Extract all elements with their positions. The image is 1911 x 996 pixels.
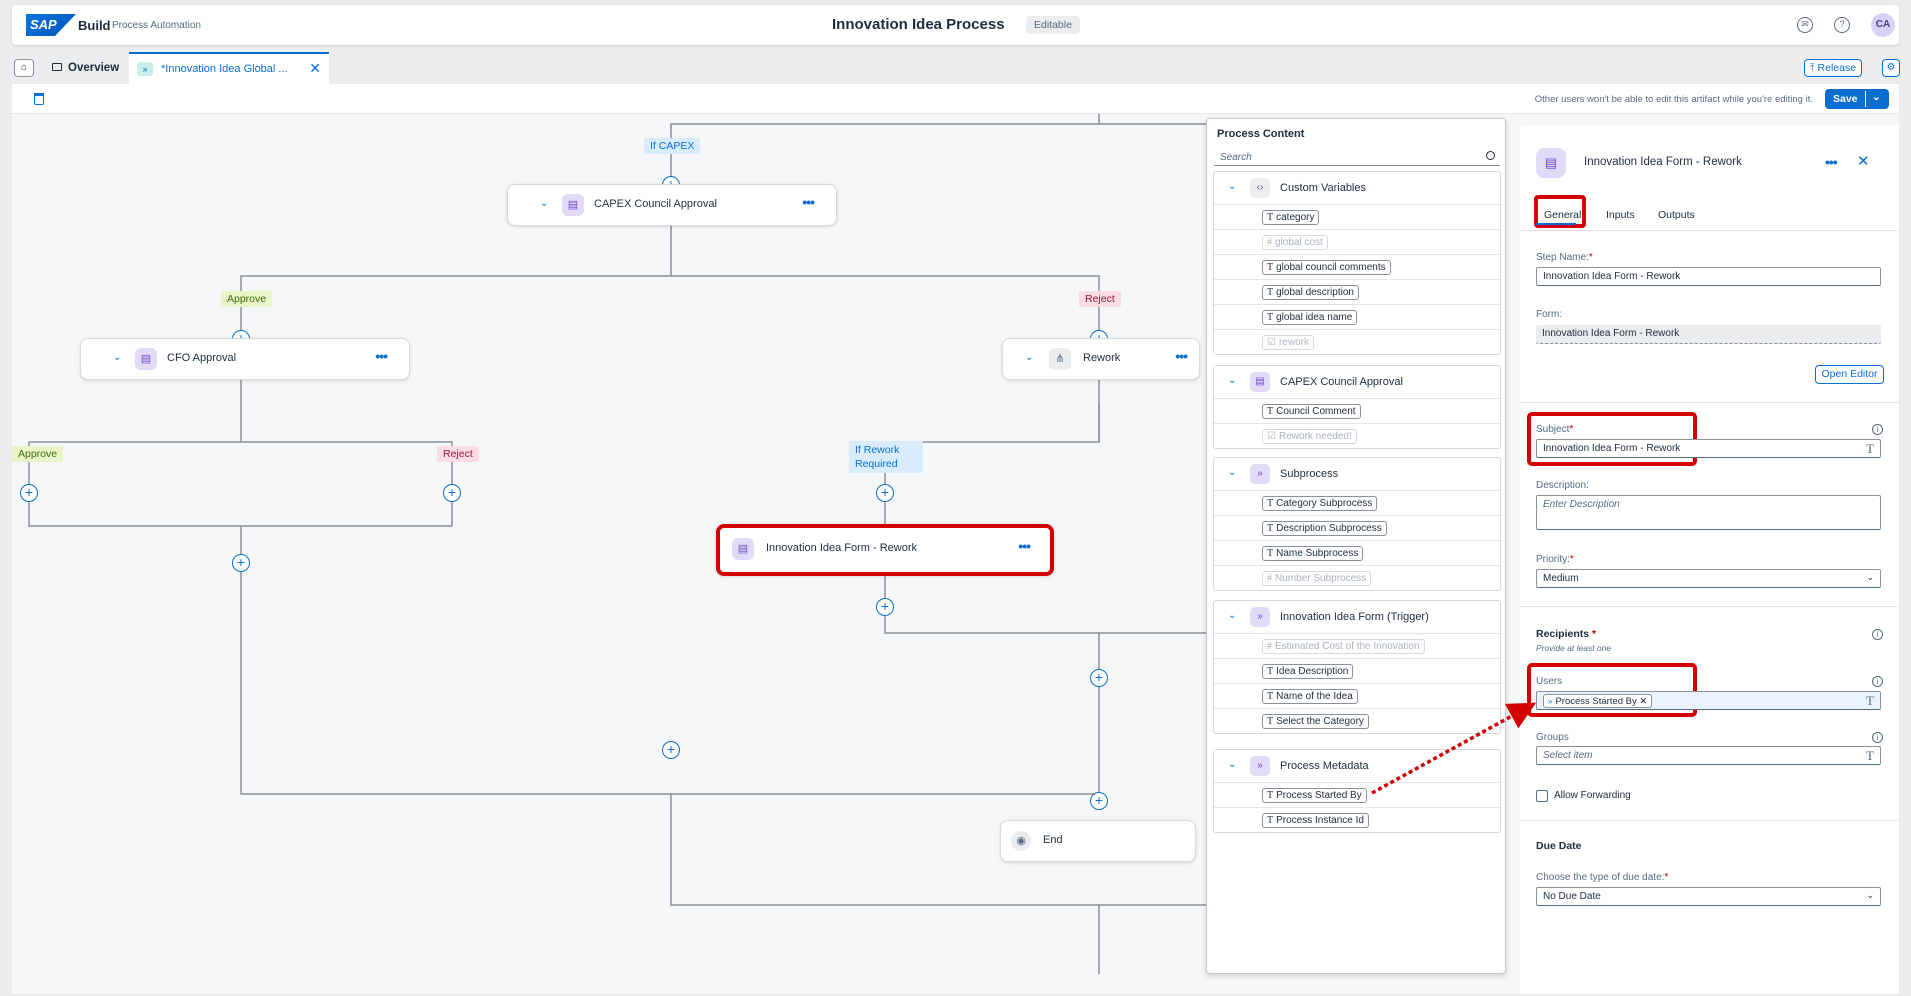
annotation-arrow [1371,702,1537,795]
